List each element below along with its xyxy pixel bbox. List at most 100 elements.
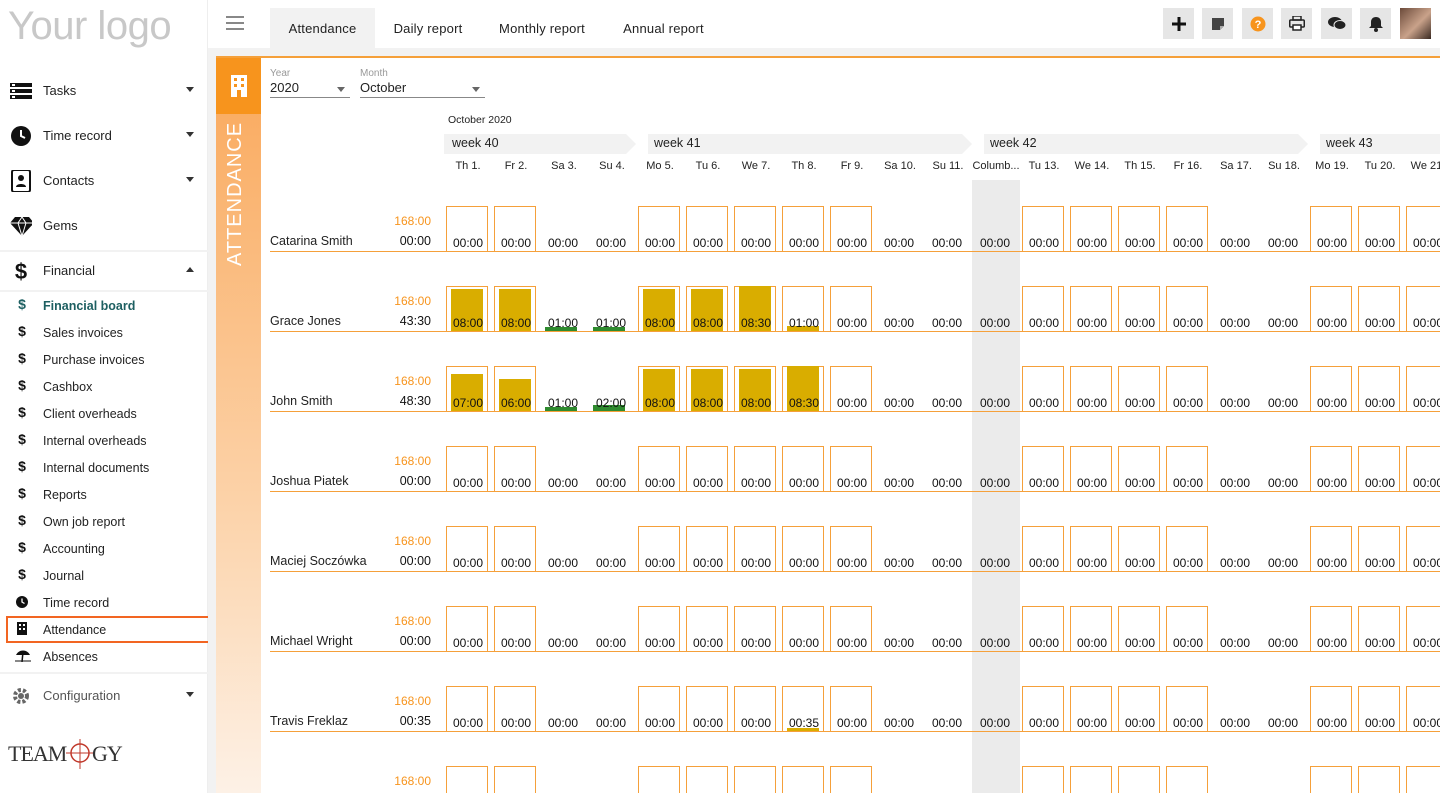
day-cell[interactable]: 08:00	[446, 286, 488, 331]
day-cell[interactable]: 00:00	[1070, 446, 1112, 491]
day-cell[interactable]	[494, 766, 536, 793]
sidebar-item-client-overheads[interactable]: $ Client overheads	[0, 400, 208, 427]
day-cell[interactable]	[1406, 766, 1440, 793]
day-cell[interactable]: 00:00	[1310, 446, 1352, 491]
note-icon[interactable]	[1202, 8, 1233, 39]
day-cell[interactable]: 00:00	[782, 526, 824, 571]
sidebar-item-attendance[interactable]: Attendance	[6, 616, 210, 643]
person-name[interactable]: John Smith	[270, 394, 333, 408]
help-icon[interactable]: ?	[1242, 8, 1273, 39]
day-cell[interactable]: 00:00	[734, 686, 776, 731]
day-cell[interactable]: 00:00	[638, 526, 680, 571]
print-icon[interactable]	[1281, 8, 1312, 39]
day-cell[interactable]: 00:00	[1358, 526, 1400, 571]
day-cell[interactable]: 00:00	[1022, 366, 1064, 411]
day-cell[interactable]: 00:00	[1406, 446, 1440, 491]
day-cell[interactable]: 00:00	[494, 606, 536, 651]
day-cell[interactable]: 00:00	[1118, 686, 1160, 731]
day-cell[interactable]	[1310, 766, 1352, 793]
day-cell[interactable]: 00:00	[1070, 686, 1112, 731]
day-cell[interactable]: 00:00	[1070, 526, 1112, 571]
day-cell[interactable]	[734, 766, 776, 793]
sidebar-item-configuration[interactable]: Configuration	[0, 673, 208, 718]
day-cell[interactable]: 00:00	[446, 606, 488, 651]
day-cell[interactable]	[1022, 766, 1064, 793]
day-cell[interactable]: 00:00	[686, 206, 728, 251]
sidebar-item-accounting[interactable]: $ Accounting	[0, 535, 208, 562]
avatar[interactable]	[1400, 8, 1431, 39]
tab-daily-report[interactable]: Daily report	[378, 8, 478, 48]
sidebar-item-cashbox[interactable]: $ Cashbox	[0, 373, 208, 400]
day-cell[interactable]: 00:00	[1166, 206, 1208, 251]
sidebar-item-journal[interactable]: $ Journal	[0, 562, 208, 589]
day-cell[interactable]	[1118, 766, 1160, 793]
day-cell[interactable]: 00:00	[1310, 606, 1352, 651]
day-cell[interactable]	[1358, 766, 1400, 793]
add-icon[interactable]	[1163, 8, 1194, 39]
day-cell[interactable]: 00:00	[446, 446, 488, 491]
month-select[interactable]: Month October	[360, 68, 485, 100]
day-cell[interactable]: 08:30	[734, 286, 776, 331]
day-cell[interactable]	[686, 766, 728, 793]
day-cell[interactable]: 00:00	[686, 686, 728, 731]
tab-annual-report[interactable]: Annual report	[608, 8, 719, 48]
day-cell[interactable]: 00:00	[446, 526, 488, 571]
day-cell[interactable]: 00:00	[782, 446, 824, 491]
day-cell[interactable]	[1070, 766, 1112, 793]
day-cell[interactable]: 00:00	[782, 606, 824, 651]
day-cell[interactable]: 00:00	[1358, 446, 1400, 491]
sidebar-item-internal-documents[interactable]: $ Internal documents	[0, 454, 208, 481]
day-cell[interactable]: 00:00	[1166, 366, 1208, 411]
day-cell[interactable]: 00:00	[734, 526, 776, 571]
day-cell[interactable]: 08:00	[494, 286, 536, 331]
day-cell[interactable]	[830, 766, 872, 793]
day-cell[interactable]: 00:00	[1358, 286, 1400, 331]
day-cell[interactable]: 08:00	[638, 366, 680, 411]
day-cell[interactable]: 00:00	[1406, 286, 1440, 331]
day-cell[interactable]: 08:00	[686, 286, 728, 331]
day-cell[interactable]: 00:00	[1118, 286, 1160, 331]
day-cell[interactable]	[638, 766, 680, 793]
sidebar-item-tasks[interactable]: Tasks	[0, 68, 208, 113]
day-cell[interactable]: 00:00	[1070, 206, 1112, 251]
tab-monthly-report[interactable]: Monthly report	[488, 8, 596, 48]
day-cell[interactable]: 00:00	[1406, 526, 1440, 571]
day-cell[interactable]: 07:00	[446, 366, 488, 411]
person-name[interactable]: Travis Freklaz	[270, 714, 348, 728]
day-cell[interactable]: 00:00	[686, 526, 728, 571]
day-cell[interactable]: 00:00	[1310, 366, 1352, 411]
day-cell[interactable]: 00:00	[638, 606, 680, 651]
logo[interactable]: Your logo	[8, 4, 172, 49]
day-cell[interactable]: 00:00	[494, 526, 536, 571]
day-cell[interactable]	[1166, 766, 1208, 793]
sidebar-item-financial[interactable]: $ Financial	[0, 248, 208, 293]
day-cell[interactable]: 00:00	[638, 206, 680, 251]
person-name[interactable]: Catarina Smith	[270, 234, 353, 248]
day-cell[interactable]: 00:00	[830, 686, 872, 731]
day-cell[interactable]: 00:00	[1310, 686, 1352, 731]
day-cell[interactable]	[782, 766, 824, 793]
day-cell[interactable]: 00:00	[1118, 366, 1160, 411]
day-cell[interactable]: 00:00	[1022, 206, 1064, 251]
day-cell[interactable]: 00:00	[1310, 286, 1352, 331]
sidebar-item-reports[interactable]: $ Reports	[0, 481, 208, 508]
day-cell[interactable]: 00:00	[830, 206, 872, 251]
day-cell[interactable]: 00:00	[734, 206, 776, 251]
person-name[interactable]: Maciej Soczówka	[270, 554, 367, 568]
day-cell[interactable]: 00:00	[1310, 526, 1352, 571]
sidebar-item-contacts[interactable]: Contacts	[0, 158, 208, 203]
day-cell[interactable]: 00:00	[1358, 686, 1400, 731]
day-cell[interactable]: 00:00	[1166, 606, 1208, 651]
person-name[interactable]: Grace Jones	[270, 314, 341, 328]
day-cell[interactable]: 00:00	[686, 606, 728, 651]
year-select[interactable]: Year 2020	[270, 68, 350, 100]
day-cell[interactable]: 00:00	[830, 606, 872, 651]
day-cell[interactable]: 00:00	[1166, 526, 1208, 571]
day-cell[interactable]: 00:00	[446, 206, 488, 251]
day-cell[interactable]: 00:00	[1358, 606, 1400, 651]
day-cell[interactable]: 00:00	[1406, 686, 1440, 731]
sidebar-item-purchase-invoices[interactable]: $ Purchase invoices	[0, 346, 208, 373]
day-cell[interactable]: 00:00	[1358, 206, 1400, 251]
sidebar-item-financial-board[interactable]: $ Financial board	[0, 292, 208, 319]
chat-icon[interactable]	[1321, 8, 1352, 39]
